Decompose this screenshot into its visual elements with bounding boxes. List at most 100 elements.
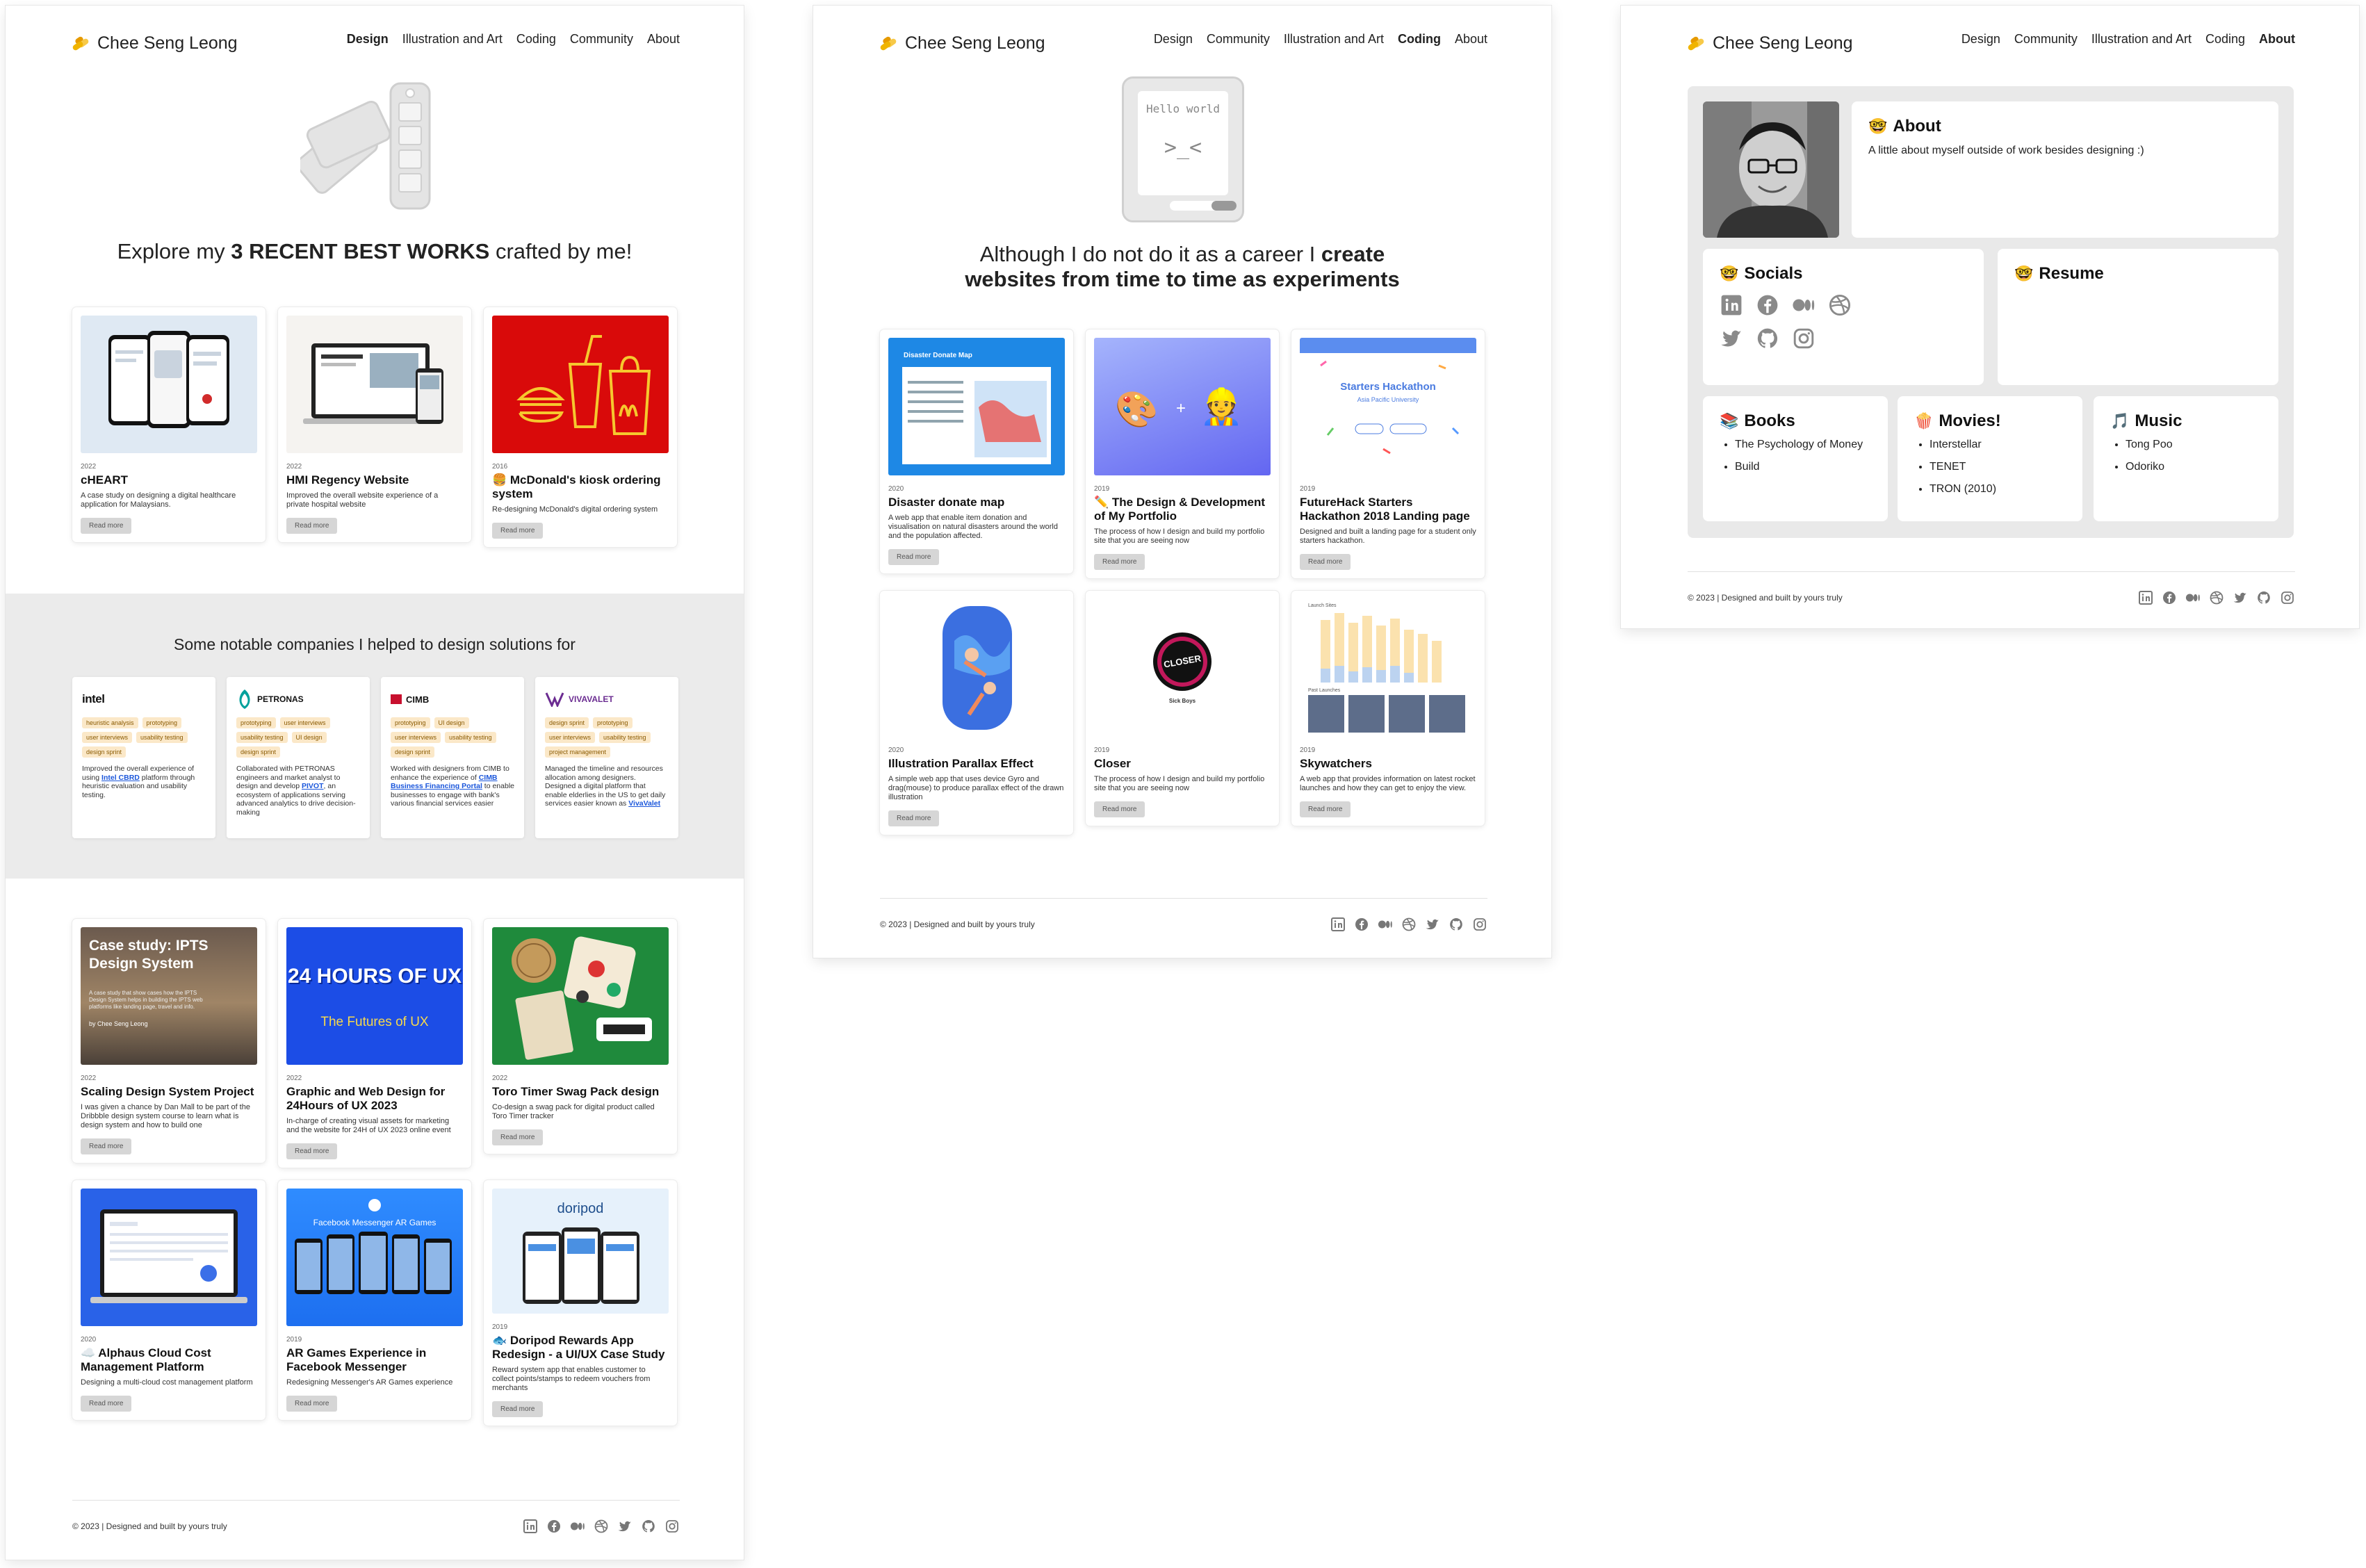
work-card-parallax[interactable]: 2020 Illustration Parallax Effect A simp…: [880, 591, 1073, 835]
company-link[interactable]: Intel CBRD: [101, 774, 140, 782]
nav-community[interactable]: Community: [1207, 32, 1270, 47]
movies-list: Interstellar TENET TRON (2010): [1914, 438, 2066, 496]
linkedin-icon[interactable]: [1720, 293, 1743, 317]
github-icon[interactable]: [1756, 327, 1779, 350]
twitter-icon[interactable]: [1425, 917, 1440, 932]
tag: project management: [545, 746, 611, 758]
linkedin-icon[interactable]: [1330, 917, 1346, 932]
linkedin-icon[interactable]: [523, 1519, 538, 1534]
dribbble-icon[interactable]: [1401, 917, 1417, 932]
work-card-futurehack[interactable]: Starters Hackathon Asia Pacific Universi…: [1291, 329, 1485, 578]
nav-design[interactable]: Design: [347, 32, 389, 47]
instagram-icon[interactable]: [664, 1519, 680, 1534]
github-icon[interactable]: [2256, 590, 2271, 605]
work-card-hmi[interactable]: 2022 HMI Regency Website Improved the ov…: [278, 307, 471, 542]
nav-coding[interactable]: Coding: [516, 32, 556, 47]
facebook-icon[interactable]: [1756, 293, 1779, 317]
read-more-button[interactable]: Read more: [888, 810, 940, 826]
nav-about[interactable]: About: [2259, 32, 2295, 47]
cheart-thumbnail: [81, 316, 257, 453]
work-card-doripod[interactable]: doripod 2019 🐟 Doripod Rewards App Redes…: [484, 1180, 677, 1426]
nav-design[interactable]: Design: [1961, 32, 2000, 47]
nav-community[interactable]: Community: [570, 32, 633, 47]
nerd-face-icon: 🤓: [1720, 265, 1739, 282]
resume-box[interactable]: 🤓 Resume: [1998, 249, 2278, 385]
swatch-logo-icon: [879, 35, 898, 51]
read-more-button[interactable]: Read more: [1094, 801, 1145, 817]
read-more-button[interactable]: Read more: [286, 1396, 338, 1412]
site-logo[interactable]: Chee Seng Leong: [879, 33, 1045, 54]
linkedin-icon[interactable]: [2138, 590, 2153, 605]
instagram-icon[interactable]: [1472, 917, 1487, 932]
site-logo[interactable]: Chee Seng Leong: [72, 33, 238, 54]
twitter-icon[interactable]: [2233, 590, 2248, 605]
tag: usability testing: [445, 732, 496, 743]
cimb-logo: CIMB: [391, 685, 514, 713]
work-card-cheart[interactable]: 2022 cHEART A case study on designing a …: [72, 307, 266, 542]
read-more-button[interactable]: Read more: [492, 523, 544, 539]
twitter-icon[interactable]: [617, 1519, 633, 1534]
tag: design sprint: [236, 746, 281, 758]
facebook-icon[interactable]: [2162, 590, 2177, 605]
github-icon[interactable]: [641, 1519, 656, 1534]
work-card-ar-games[interactable]: Facebook Messenger AR Games 2019 AR Game…: [278, 1180, 471, 1420]
petronas-emblem-icon: [239, 689, 250, 709]
instagram-icon[interactable]: [2280, 590, 2295, 605]
petronas-logo: PETRONAS: [236, 685, 360, 713]
read-more-button[interactable]: Read more: [1300, 554, 1351, 570]
social-icon-grid: [1720, 293, 1859, 350]
nav-community[interactable]: Community: [2014, 32, 2078, 47]
nav-illustration[interactable]: Illustration and Art: [402, 32, 503, 47]
medium-icon[interactable]: [570, 1519, 585, 1534]
medium-icon[interactable]: [1378, 917, 1393, 932]
dribbble-icon[interactable]: [1828, 293, 1852, 317]
work-card-design-system[interactable]: Case study: IPTS Design System A case st…: [72, 919, 266, 1163]
work-year: 2019: [492, 1323, 508, 1331]
read-more-button[interactable]: Read more: [81, 518, 132, 534]
work-card-closer[interactable]: CLOSER Sick Boys 2019 Closer The process…: [1086, 591, 1279, 826]
read-more-button[interactable]: Read more: [81, 1138, 132, 1154]
read-more-button[interactable]: Read more: [492, 1401, 544, 1417]
nav-illustration[interactable]: Illustration and Art: [2091, 32, 2192, 47]
medium-icon[interactable]: [2185, 590, 2201, 605]
read-more-button[interactable]: Read more: [286, 1143, 338, 1159]
tag: heuristic analysis: [82, 717, 138, 728]
site-footer: © 2023 | Designed and built by yours tru…: [880, 898, 1487, 940]
company-link[interactable]: VivaValet: [628, 799, 660, 808]
footer-text: © 2023 | Designed and built by yours tru…: [72, 1521, 227, 1531]
github-icon[interactable]: [1449, 917, 1464, 932]
dribbble-icon[interactable]: [594, 1519, 609, 1534]
read-more-button[interactable]: Read more: [1300, 801, 1351, 817]
nav-design[interactable]: Design: [1154, 32, 1193, 47]
palette-emoji-icon: 🎨: [1115, 390, 1159, 429]
work-title: AR Games Experience in Facebook Messenge…: [286, 1346, 427, 1373]
read-more-button[interactable]: Read more: [492, 1129, 544, 1145]
nav-coding[interactable]: Coding: [2205, 32, 2245, 47]
read-more-button[interactable]: Read more: [286, 518, 338, 534]
instagram-icon[interactable]: [1792, 327, 1816, 350]
nav-coding[interactable]: Coding: [1398, 32, 1441, 47]
site-logo[interactable]: Chee Seng Leong: [1687, 33, 1853, 54]
work-card-mcdonalds[interactable]: 2016 🍔 McDonald's kiosk ordering system …: [484, 307, 677, 547]
facebook-icon[interactable]: [546, 1519, 562, 1534]
site-header: Chee Seng Leong Design Illustration and …: [72, 31, 680, 58]
work-year: 2019: [1094, 746, 1110, 754]
work-card-disaster-map[interactable]: Disaster Donate Map 2020 Disaster donate…: [880, 329, 1073, 573]
nav-about[interactable]: About: [647, 32, 680, 47]
nav-about[interactable]: About: [1455, 32, 1487, 47]
medium-icon[interactable]: [1792, 293, 1816, 317]
work-card-alphaus[interactable]: 2020 ☁️ Alphaus Cloud Cost Management Pl…: [72, 1180, 266, 1420]
work-card-skywatchers[interactable]: Launch Sites Past Launches 2019 Skywatch…: [1291, 591, 1485, 826]
company-link[interactable]: PIVOT: [302, 782, 324, 790]
read-more-button[interactable]: Read more: [1094, 554, 1145, 570]
dribbble-icon[interactable]: [2209, 590, 2224, 605]
read-more-button[interactable]: Read more: [888, 549, 940, 565]
work-card-portfolio[interactable]: 🎨 + 👷 2019 ✏️ The Design & Development o…: [1086, 329, 1279, 578]
read-more-button[interactable]: Read more: [81, 1396, 132, 1412]
work-card-toro[interactable]: 2022 Toro Timer Swag Pack design Co-desi…: [484, 919, 677, 1154]
facebook-icon[interactable]: [1354, 917, 1369, 932]
work-title: 🍔 McDonald's kiosk ordering system: [492, 473, 661, 500]
twitter-icon[interactable]: [1720, 327, 1743, 350]
nav-illustration[interactable]: Illustration and Art: [1284, 32, 1384, 47]
work-card-24h-ux[interactable]: 24 HOURS OF UX The Futures of UX 2022 Gr…: [278, 919, 471, 1168]
